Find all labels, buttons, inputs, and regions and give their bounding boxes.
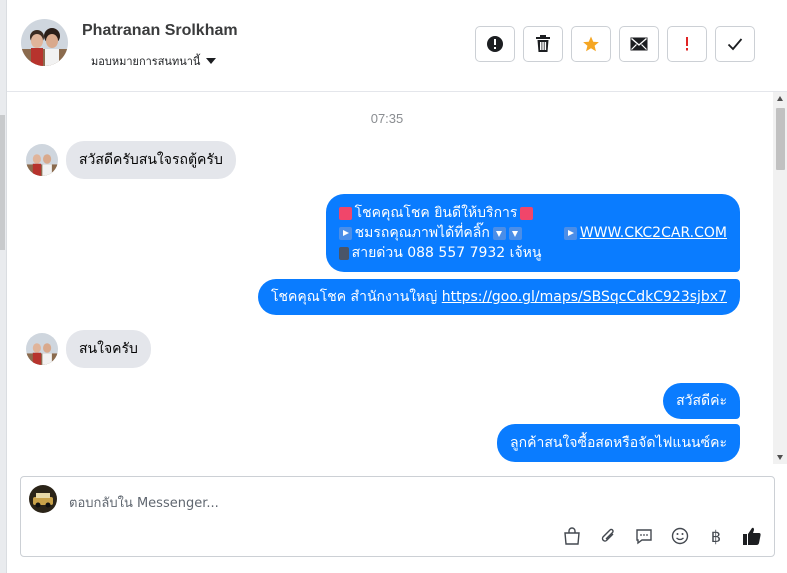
- shop-bag-button[interactable]: [560, 524, 584, 548]
- reply-composer[interactable]: ตอบกลับใน Messenger... ฿: [20, 476, 775, 557]
- caret-down-icon: [206, 58, 217, 64]
- star-button[interactable]: [571, 26, 611, 62]
- inbox-conversation-panel: Phatranan Srolkham มอบหมายการสนทนานี้ 07…: [6, 0, 787, 573]
- trash-icon: [536, 35, 550, 52]
- spam-button[interactable]: [475, 26, 515, 62]
- sparkle-emoji-icon: [520, 206, 534, 220]
- alert-circle-icon: [487, 36, 503, 52]
- page-avatar: [29, 485, 57, 513]
- mobile-phone-emoji-icon: [338, 246, 349, 260]
- incoming-message: สวัสดีครับสนใจรถตู้ครับ: [26, 141, 236, 179]
- mark-done-button[interactable]: [715, 26, 755, 62]
- checkmark-icon: [727, 38, 743, 51]
- assign-label: มอบหมายการสนทนานี้: [91, 55, 201, 68]
- play-button-emoji-icon: [338, 226, 352, 240]
- baht-payment-icon: ฿: [710, 526, 722, 546]
- exclamation-icon: [686, 37, 688, 51]
- conversation-header: Phatranan Srolkham มอบหมายการสนทนานี้: [7, 0, 787, 92]
- conversation-actions: [475, 26, 755, 62]
- down-arrow-emoji-icon: [508, 226, 522, 240]
- sidebar-scrollbar[interactable]: [0, 115, 5, 250]
- message-line: โชคคุณโชค ยินดีให้บริการ: [338, 203, 534, 223]
- sender-avatar: [26, 144, 58, 176]
- sparkle-emoji-icon: [338, 206, 352, 220]
- outgoing-message[interactable]: ลูกค้าสนใจซื้อสดหรือจัดไฟแนนซ์คะ: [497, 424, 740, 462]
- message-bubble[interactable]: สวัสดีครับสนใจรถตู้ครับ: [66, 141, 236, 179]
- shop-bag-icon: [564, 527, 580, 545]
- star-icon: [583, 36, 599, 52]
- scroll-up-arrow-icon[interactable]: [777, 96, 783, 101]
- message-line: ชมรถคุณภาพได้ที่คลิ๊ก WWW.CKC2CAR.COM: [338, 223, 727, 243]
- emoji-icon: [671, 527, 689, 545]
- message-timestamp: 07:35: [370, 111, 404, 126]
- outgoing-message[interactable]: โชคคุณโชค ยินดีให้บริการ ชมรถคุณภาพได้ที…: [325, 194, 740, 272]
- mark-unread-button[interactable]: [619, 26, 659, 62]
- emoji-button[interactable]: [668, 524, 692, 548]
- outgoing-message[interactable]: สวัสดีค่ะ: [663, 383, 740, 419]
- down-arrow-emoji-icon: [492, 226, 506, 240]
- reply-input[interactable]: ตอบกลับใน Messenger...: [69, 492, 219, 513]
- composer-toolbar: ฿: [560, 524, 764, 548]
- play-button-emoji-icon: [563, 226, 577, 240]
- assign-conversation-dropdown[interactable]: มอบหมายการสนทนานี้: [91, 52, 217, 70]
- contact-avatar[interactable]: [21, 19, 68, 66]
- saved-replies-icon: [636, 529, 652, 545]
- thumbs-up-icon: [743, 527, 761, 545]
- contact-name: Phatranan Srolkham: [82, 22, 238, 39]
- thread-scrollbar[interactable]: [773, 92, 787, 464]
- maps-link[interactable]: https://goo.gl/maps/SBSqcCdkC923sjbx7: [442, 289, 727, 305]
- outgoing-message[interactable]: โชคคุณโชค สำนักงานใหญ่ https://goo.gl/ma…: [257, 279, 740, 315]
- follow-up-button[interactable]: [667, 26, 707, 62]
- message-line: สายด่วน 088 557 7932 เจ้หนู: [338, 243, 541, 263]
- message-thread[interactable]: 07:35 สวัสดีครับสนใจรถตู้ครับ โชคคุณโชค …: [7, 92, 787, 464]
- scroll-down-arrow-icon[interactable]: [777, 455, 783, 460]
- incoming-message: สนใจครับ: [26, 330, 151, 368]
- sender-avatar: [26, 333, 58, 365]
- paperclip-icon: [601, 528, 614, 542]
- like-button[interactable]: [740, 524, 764, 548]
- delete-button[interactable]: [523, 26, 563, 62]
- saved-replies-button[interactable]: [632, 524, 656, 548]
- envelope-icon: [630, 37, 648, 51]
- payment-button[interactable]: ฿: [704, 524, 728, 548]
- scrollbar-thumb[interactable]: [776, 108, 785, 170]
- website-link[interactable]: WWW.CKC2CAR.COM: [580, 223, 727, 243]
- attach-button[interactable]: [596, 524, 620, 548]
- message-bubble[interactable]: สนใจครับ: [66, 330, 151, 368]
